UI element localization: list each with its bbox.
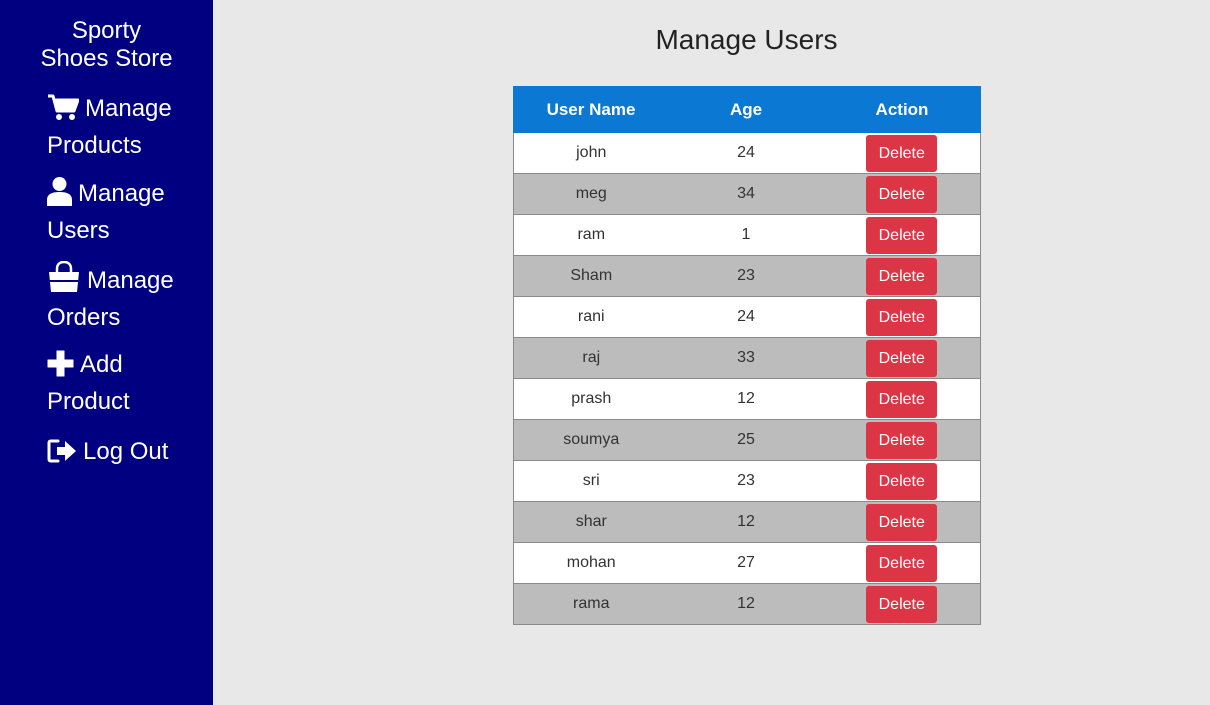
delete-button[interactable]: Delete — [866, 462, 938, 500]
brand-title: Sporty Shoes Store — [0, 17, 213, 73]
cell-action: Delete — [823, 378, 981, 420]
delete-button[interactable]: Delete — [866, 175, 938, 213]
table-row: rama 12 Delete — [513, 583, 981, 625]
table-row: soumya 25 Delete — [513, 419, 981, 461]
cell-user-name: rama — [513, 583, 669, 625]
cell-age: 25 — [668, 419, 824, 461]
cell-age: 1 — [668, 214, 824, 256]
table-row: raj 33 Delete — [513, 337, 981, 379]
sidebar: Sporty Shoes Store Manage Products Manag… — [0, 0, 213, 705]
delete-button[interactable]: Delete — [866, 544, 938, 582]
cell-user-name: shar — [513, 501, 669, 543]
cell-action: Delete — [823, 255, 981, 297]
cell-age: 27 — [668, 542, 824, 584]
delete-button[interactable]: Delete — [866, 339, 938, 377]
nav-log-out[interactable]: Log Out — [47, 433, 207, 470]
nav-log-out-label: Log Out — [83, 438, 169, 465]
cell-action: Delete — [823, 460, 981, 502]
plus-icon — [47, 350, 74, 377]
logout-icon — [47, 438, 77, 464]
cell-action: Delete — [823, 337, 981, 379]
cell-age: 12 — [668, 501, 824, 543]
cell-user-name: john — [513, 132, 669, 174]
cell-age: 23 — [668, 255, 824, 297]
cell-user-name: meg — [513, 173, 669, 215]
delete-button[interactable]: Delete — [866, 134, 938, 172]
users-table: User Name Age Action john 24 Delete meg 34 De… — [513, 86, 981, 625]
header-age: Age — [668, 86, 824, 133]
nav-manage-products[interactable]: Manage Products — [47, 90, 207, 164]
page-title: Manage Users — [655, 24, 838, 55]
table-header-row: User Name Age Action — [513, 86, 981, 133]
table-row: mohan 27 Delete — [513, 542, 981, 584]
delete-button[interactable]: Delete — [866, 380, 938, 418]
delete-button[interactable]: Delete — [866, 421, 938, 459]
table-row: meg 34 Delete — [513, 173, 981, 215]
brand-line-1: Sporty — [71, 17, 142, 44]
shopping-bag-icon — [47, 261, 81, 293]
cell-age: 24 — [668, 296, 824, 338]
cell-user-name: mohan — [513, 542, 669, 584]
table-row: prash 12 Delete — [513, 378, 981, 420]
table-row: Sham 23 Delete — [513, 255, 981, 297]
nav-manage-products-label-2: Products — [47, 132, 142, 159]
delete-button[interactable]: Delete — [866, 216, 938, 254]
cell-user-name: Sham — [513, 255, 669, 297]
cell-age: 34 — [668, 173, 824, 215]
cell-user-name: soumya — [513, 419, 669, 461]
cell-age: 12 — [668, 583, 824, 625]
cell-action: Delete — [823, 214, 981, 256]
nav-add-product-label-2: Product — [47, 388, 130, 415]
nav-manage-orders-label-1: Manage — [87, 267, 174, 294]
delete-button[interactable]: Delete — [866, 503, 938, 541]
header-user-name: User Name — [513, 86, 669, 133]
cell-user-name: sri — [513, 460, 669, 502]
table-row: ram 1 Delete — [513, 214, 981, 256]
cell-age: 33 — [668, 337, 824, 379]
table-row: shar 12 Delete — [513, 501, 981, 543]
delete-button[interactable]: Delete — [866, 298, 938, 336]
cell-user-name: ram — [513, 214, 669, 256]
table-row: john 24 Delete — [513, 132, 981, 174]
header-action: Action — [823, 86, 981, 133]
user-icon — [47, 176, 72, 206]
cell-user-name: raj — [513, 337, 669, 379]
cell-action: Delete — [823, 132, 981, 174]
cell-age: 24 — [668, 132, 824, 174]
cell-action: Delete — [823, 583, 981, 625]
users-table-body: john 24 Delete meg 34 Delete ram 1 Delete Sham 23 D… — [513, 132, 981, 625]
cell-age: 12 — [668, 378, 824, 420]
cart-icon — [47, 93, 79, 121]
nav-manage-orders-label-2: Orders — [47, 304, 121, 331]
cell-action: Delete — [823, 419, 981, 461]
nav-add-product[interactable]: Add Product — [47, 346, 207, 420]
cell-user-name: rani — [513, 296, 669, 338]
nav-manage-users-label-2: Users — [47, 217, 110, 244]
nav-manage-products-label-1: Manage — [85, 95, 172, 122]
cell-action: Delete — [823, 296, 981, 338]
cell-user-name: prash — [513, 378, 669, 420]
nav-manage-users-label-1: Manage — [78, 180, 165, 207]
nav-manage-users[interactable]: Manage Users — [47, 175, 207, 249]
main-content: Manage Users User Name Age Action john 24… — [213, 0, 1210, 705]
cell-age: 23 — [668, 460, 824, 502]
cell-action: Delete — [823, 173, 981, 215]
delete-button[interactable]: Delete — [866, 585, 938, 623]
table-row: rani 24 Delete — [513, 296, 981, 338]
cell-action: Delete — [823, 501, 981, 543]
cell-action: Delete — [823, 542, 981, 584]
brand-line-2: Shoes Store — [40, 45, 173, 72]
delete-button[interactable]: Delete — [866, 257, 938, 295]
nav-manage-orders[interactable]: Manage Orders — [47, 261, 207, 336]
table-row: sri 23 Delete — [513, 460, 981, 502]
nav-add-product-label-1: Add — [80, 351, 123, 378]
